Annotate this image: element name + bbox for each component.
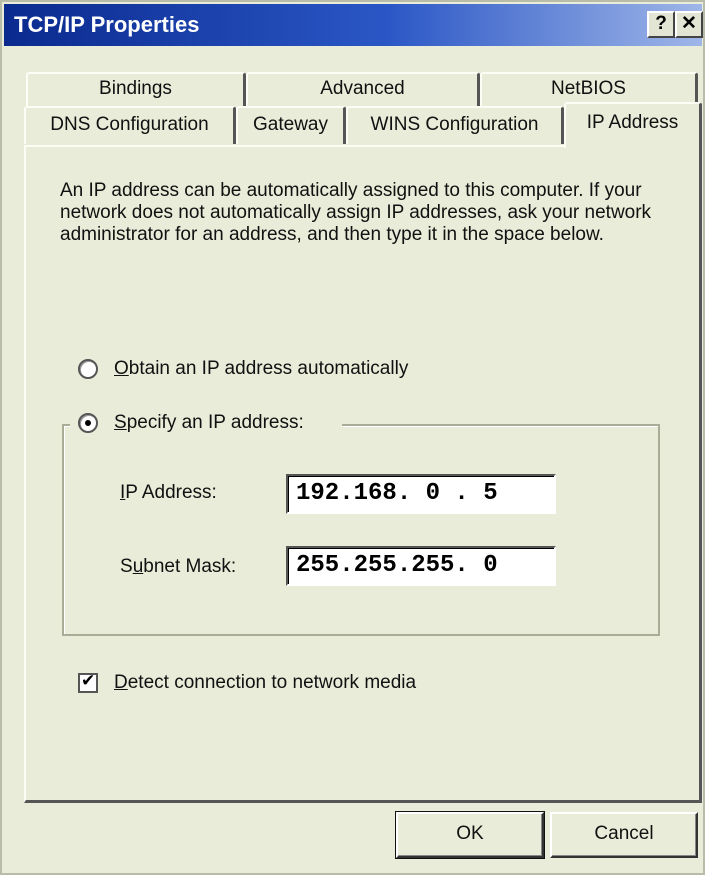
specify-ip-radio[interactable] (78, 413, 98, 433)
obtain-ip-radio[interactable] (78, 359, 98, 379)
title-bar[interactable]: TCP/IP Properties ? ✕ (4, 4, 703, 46)
ip-address-field[interactable]: 192.168. 0 . 5 (286, 474, 556, 514)
close-button[interactable]: ✕ (675, 11, 703, 38)
tab-wins-configuration[interactable]: WINS Configuration (346, 106, 564, 144)
tab-netbios[interactable]: NetBIOS (480, 72, 698, 106)
detect-connection-label: Detect connection to network media (114, 672, 417, 693)
tab-bindings[interactable]: Bindings (26, 72, 246, 106)
detect-connection-option[interactable]: Detect connection to network media (78, 671, 417, 694)
tab-advanced[interactable]: Advanced (246, 72, 480, 106)
ok-button[interactable]: OK (395, 811, 545, 859)
specify-ip-label: Specify an IP address: (114, 412, 304, 433)
detect-connection-checkbox[interactable] (78, 671, 98, 693)
help-button[interactable]: ? (647, 11, 675, 38)
tab-gateway[interactable]: Gateway (236, 106, 346, 144)
tab-dns-configuration[interactable]: DNS Configuration (24, 106, 236, 144)
description-text: An IP address can be automatically assig… (60, 180, 652, 245)
subnet-mask-field[interactable]: 255.255.255. 0 (286, 546, 556, 586)
window-title: TCP/IP Properties (14, 12, 200, 37)
specify-ip-option[interactable]: Specify an IP address: (78, 412, 304, 434)
tab-ip-address[interactable]: IP Address (564, 102, 702, 148)
obtain-ip-option[interactable]: Obtain an IP address automatically (78, 358, 408, 380)
obtain-ip-label: Obtain an IP address automatically (114, 358, 409, 379)
ip-address-label: IP Address: (120, 482, 217, 503)
specify-ip-groupbox (62, 424, 660, 636)
cancel-button[interactable]: Cancel (550, 812, 698, 858)
subnet-mask-label: Subnet Mask: (120, 556, 237, 577)
